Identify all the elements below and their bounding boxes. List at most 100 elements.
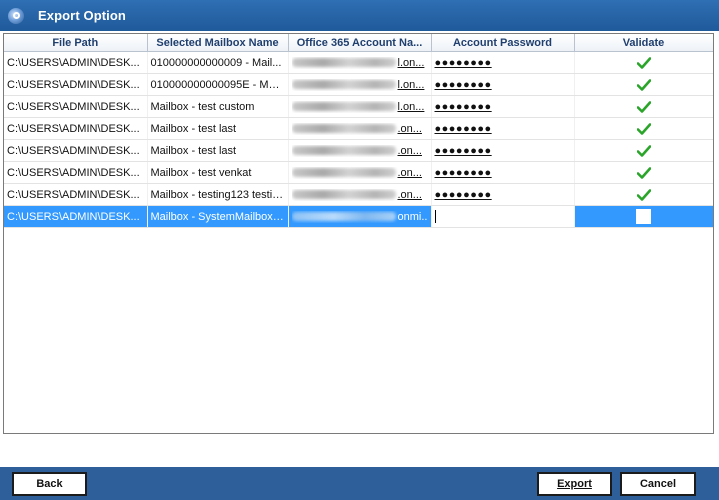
cell-account-name[interactable]: onmi... bbox=[288, 205, 432, 228]
cell-account-password[interactable]: ●●●●●●●● bbox=[431, 139, 575, 162]
cell-account-name[interactable]: l.on... bbox=[288, 73, 432, 96]
export-option-window: Export Option File Path Selected Mailbox… bbox=[0, 0, 719, 500]
table-row[interactable]: C:\USERS\ADMIN\DESK... Mailbox - test cus… bbox=[4, 95, 713, 118]
cell-mailbox-name[interactable]: Mailbox - test last bbox=[147, 139, 289, 162]
cell-mailbox-name[interactable]: 010000000000009 - Mail... bbox=[147, 51, 289, 74]
cell-validate[interactable] bbox=[574, 183, 713, 206]
cell-account-name[interactable]: l.on... bbox=[288, 95, 432, 118]
table-row[interactable]: C:\USERS\ADMIN\DESK... 010000000000009 - … bbox=[4, 51, 713, 74]
column-header-account-name[interactable]: Office 365 Account Na... bbox=[288, 34, 432, 52]
check-icon bbox=[636, 166, 651, 179]
cell-validate[interactable] bbox=[574, 161, 713, 184]
cell-account-name[interactable]: .on... bbox=[288, 183, 432, 206]
check-icon bbox=[636, 122, 651, 135]
export-button[interactable]: Export bbox=[537, 472, 612, 496]
cell-account-name[interactable]: .on... bbox=[288, 117, 432, 140]
password-mask: ●●●●●●●● bbox=[434, 188, 492, 201]
column-header-account-password[interactable]: Account Password bbox=[431, 34, 575, 52]
account-name-value: .on... bbox=[291, 122, 428, 135]
cell-mailbox-name[interactable]: Mailbox - SystemMailbox{8... bbox=[147, 205, 289, 228]
cell-account-password[interactable] bbox=[431, 205, 575, 228]
table-row[interactable]: C:\USERS\ADMIN\DESK... 010000000000095E -… bbox=[4, 73, 713, 96]
cell-file-path[interactable]: C:\USERS\ADMIN\DESK... bbox=[4, 117, 148, 140]
column-header-mailbox-name[interactable]: Selected Mailbox Name bbox=[147, 34, 289, 52]
table-row[interactable]: C:\USERS\ADMIN\DESK... Mailbox - test ven… bbox=[4, 161, 713, 184]
account-name-value: l.on... bbox=[291, 78, 428, 91]
cancel-button[interactable]: Cancel bbox=[620, 472, 696, 496]
cell-validate[interactable] bbox=[574, 205, 713, 228]
cell-account-password[interactable]: ●●●●●●●● bbox=[431, 73, 575, 96]
check-icon bbox=[636, 144, 651, 157]
check-icon bbox=[636, 78, 651, 91]
cell-file-path[interactable]: C:\USERS\ADMIN\DESK... bbox=[4, 51, 148, 74]
redacted-email bbox=[291, 146, 396, 155]
cell-account-password[interactable]: ●●●●●●●● bbox=[431, 95, 575, 118]
cell-account-name[interactable]: l.on... bbox=[288, 51, 432, 74]
check-icon bbox=[636, 188, 651, 201]
column-header-validate[interactable]: Validate bbox=[574, 34, 713, 52]
account-domain-suffix: .on... bbox=[397, 188, 422, 201]
window-title: Export Option bbox=[38, 8, 126, 23]
cell-file-path[interactable]: C:\USERS\ADMIN\DESK... bbox=[4, 205, 148, 228]
cell-file-path[interactable]: C:\USERS\ADMIN\DESK... bbox=[4, 161, 148, 184]
cell-validate[interactable] bbox=[574, 139, 713, 162]
password-mask: ●●●●●●●● bbox=[434, 78, 492, 91]
mailbox-table: File Path Selected Mailbox Name Office 3… bbox=[4, 34, 713, 228]
back-button[interactable]: Back bbox=[12, 472, 87, 496]
account-name-value: .on... bbox=[291, 144, 428, 157]
cell-mailbox-name[interactable]: 010000000000095E - Mail... bbox=[147, 73, 289, 96]
redacted-email bbox=[291, 102, 396, 111]
export-grid[interactable]: File Path Selected Mailbox Name Office 3… bbox=[3, 33, 714, 434]
check-icon bbox=[636, 100, 651, 113]
table-row[interactable]: C:\USERS\ADMIN\DESK... Mailbox - test las… bbox=[4, 117, 713, 140]
cell-account-password[interactable]: ●●●●●●●● bbox=[431, 183, 575, 206]
empty-checkbox-icon[interactable] bbox=[636, 209, 651, 224]
cell-file-path[interactable]: C:\USERS\ADMIN\DESK... bbox=[4, 73, 148, 96]
cell-validate[interactable] bbox=[574, 73, 713, 96]
password-mask: ●●●●●●●● bbox=[434, 100, 492, 113]
cell-account-name[interactable]: .on... bbox=[288, 161, 432, 184]
table-row[interactable]: C:\USERS\ADMIN\DESK... Mailbox - testing1… bbox=[4, 183, 713, 206]
account-name-value: l.on... bbox=[291, 56, 428, 69]
table-row[interactable]: C:\USERS\ADMIN\DESK... Mailbox - SystemMa… bbox=[4, 205, 713, 228]
account-name-value: .on... bbox=[291, 188, 428, 201]
cell-account-password[interactable]: ●●●●●●●● bbox=[431, 161, 575, 184]
password-mask: ●●●●●●●● bbox=[434, 166, 492, 179]
password-mask: ●●●●●●●● bbox=[434, 56, 492, 69]
cell-account-password[interactable]: ●●●●●●●● bbox=[431, 51, 575, 74]
table-row[interactable]: C:\USERS\ADMIN\DESK... Mailbox - test las… bbox=[4, 139, 713, 162]
cell-mailbox-name[interactable]: Mailbox - test custom bbox=[147, 95, 289, 118]
cell-validate[interactable] bbox=[574, 51, 713, 74]
cell-account-password[interactable]: ●●●●●●●● bbox=[431, 117, 575, 140]
cell-validate[interactable] bbox=[574, 117, 713, 140]
table-header-row: File Path Selected Mailbox Name Office 3… bbox=[4, 34, 713, 52]
title-bar: Export Option bbox=[0, 0, 719, 31]
redacted-email bbox=[291, 190, 396, 199]
cell-mailbox-name[interactable]: Mailbox - test last bbox=[147, 117, 289, 140]
account-domain-suffix: l.on... bbox=[397, 56, 425, 69]
cell-mailbox-name[interactable]: Mailbox - testing123 testin... bbox=[147, 183, 289, 206]
account-domain-suffix: .on... bbox=[397, 122, 422, 135]
redacted-email bbox=[291, 58, 396, 67]
cell-validate[interactable] bbox=[574, 95, 713, 118]
cell-file-path[interactable]: C:\USERS\ADMIN\DESK... bbox=[4, 139, 148, 162]
account-name-value: l.on... bbox=[291, 100, 428, 113]
table-body: C:\USERS\ADMIN\DESK... 010000000000009 - … bbox=[4, 51, 713, 228]
account-domain-suffix: l.on... bbox=[397, 78, 425, 91]
text-caret bbox=[434, 210, 436, 223]
cell-file-path[interactable]: C:\USERS\ADMIN\DESK... bbox=[4, 95, 148, 118]
column-header-file-path[interactable]: File Path bbox=[4, 34, 148, 52]
cell-account-name[interactable]: .on... bbox=[288, 139, 432, 162]
redacted-email bbox=[291, 168, 396, 177]
account-domain-suffix: l.on... bbox=[397, 100, 425, 113]
cell-mailbox-name[interactable]: Mailbox - test venkat bbox=[147, 161, 289, 184]
cell-file-path[interactable]: C:\USERS\ADMIN\DESK... bbox=[4, 183, 148, 206]
account-name-value: .on... bbox=[291, 167, 428, 179]
redacted-email bbox=[291, 80, 396, 89]
account-domain-suffix: onmi... bbox=[397, 210, 428, 223]
redacted-email bbox=[291, 212, 396, 221]
account-domain-suffix: .on... bbox=[397, 144, 422, 157]
redacted-email bbox=[291, 124, 396, 133]
account-name-value: onmi... bbox=[291, 210, 428, 223]
globe-icon bbox=[8, 7, 24, 24]
